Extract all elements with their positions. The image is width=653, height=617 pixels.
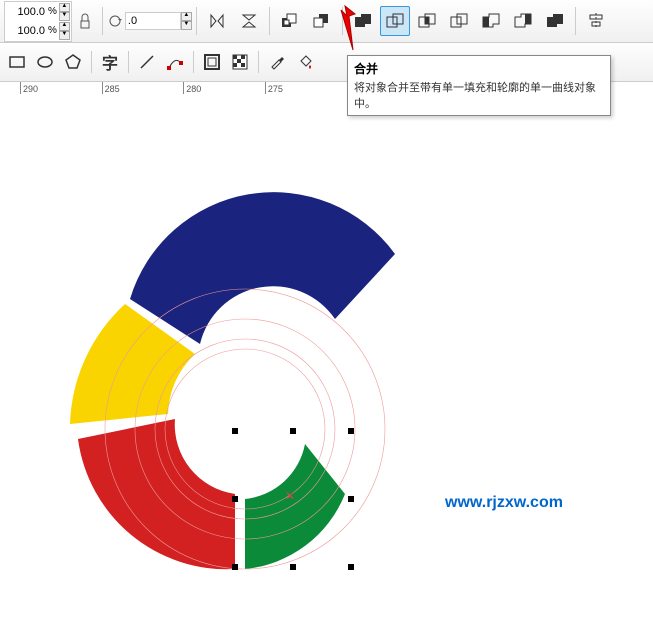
rectangle-tool[interactable]: [5, 50, 29, 74]
selection-handle[interactable]: [290, 564, 296, 570]
create-boundary-button[interactable]: [540, 6, 570, 36]
green-arc-shape: [245, 444, 345, 569]
selection-handle[interactable]: [348, 428, 354, 434]
trim-button[interactable]: [380, 6, 410, 36]
fill-bucket-tool[interactable]: [293, 50, 317, 74]
rotation-input[interactable]: [125, 12, 181, 30]
selection-handle[interactable]: [348, 564, 354, 570]
lock-icon[interactable]: [78, 11, 92, 31]
property-bar: % ▲▼ % ▲▼ ▲▼: [0, 0, 653, 43]
rotation-spinner[interactable]: ▲▼: [181, 12, 192, 30]
selection-handle[interactable]: [290, 428, 296, 434]
scale-x-spinner[interactable]: ▲▼: [59, 3, 70, 21]
back-minus-front-button[interactable]: [508, 6, 538, 36]
outline-tool[interactable]: [200, 50, 224, 74]
watermark-text: www.rjzxw.com: [445, 494, 563, 512]
percent-label: %: [46, 6, 59, 17]
intersect-button[interactable]: [412, 6, 442, 36]
blue-arc-shape: [130, 192, 395, 344]
tooltip: 合并 将对象合并至带有单一填充和轮廓的单一曲线对象中。: [347, 55, 611, 116]
scale-y-input[interactable]: [6, 24, 46, 38]
tooltip-body: 将对象合并至带有单一填充和轮廓的单一曲线对象中。: [354, 79, 604, 111]
mirror-vertical-button[interactable]: [234, 6, 264, 36]
front-minus-back-button[interactable]: [476, 6, 506, 36]
align-button[interactable]: [581, 6, 611, 36]
rotate-icon: [107, 13, 123, 29]
drawing-canvas[interactable]: ✕ www.rjzxw.com: [0, 94, 653, 612]
selection-center-icon[interactable]: ✕: [285, 491, 295, 501]
selection-handle[interactable]: [348, 496, 354, 502]
artwork: [0, 94, 653, 614]
eyedropper-tool[interactable]: [265, 50, 289, 74]
cursor-arrow-icon: [333, 2, 363, 52]
polygon-tool[interactable]: [61, 50, 85, 74]
edit-points-tool[interactable]: [163, 50, 187, 74]
checker-tool[interactable]: [228, 50, 252, 74]
ellipse-tool[interactable]: [33, 50, 57, 74]
to-front-button[interactable]: [275, 6, 305, 36]
selection-handle[interactable]: [232, 564, 238, 570]
percent-label: %: [46, 25, 59, 36]
scale-x-input[interactable]: [6, 5, 46, 19]
mirror-horizontal-button[interactable]: [202, 6, 232, 36]
selection-handle[interactable]: [232, 496, 238, 502]
tooltip-title: 合并: [354, 60, 604, 77]
scale-y-spinner[interactable]: ▲▼: [59, 22, 70, 40]
rotation-control: ▲▼: [107, 12, 192, 30]
selection-handle[interactable]: [232, 428, 238, 434]
text-tool[interactable]: 字: [98, 50, 122, 74]
scale-controls: % ▲▼ % ▲▼: [4, 1, 72, 42]
simplify-button[interactable]: [444, 6, 474, 36]
line-tool[interactable]: [135, 50, 159, 74]
